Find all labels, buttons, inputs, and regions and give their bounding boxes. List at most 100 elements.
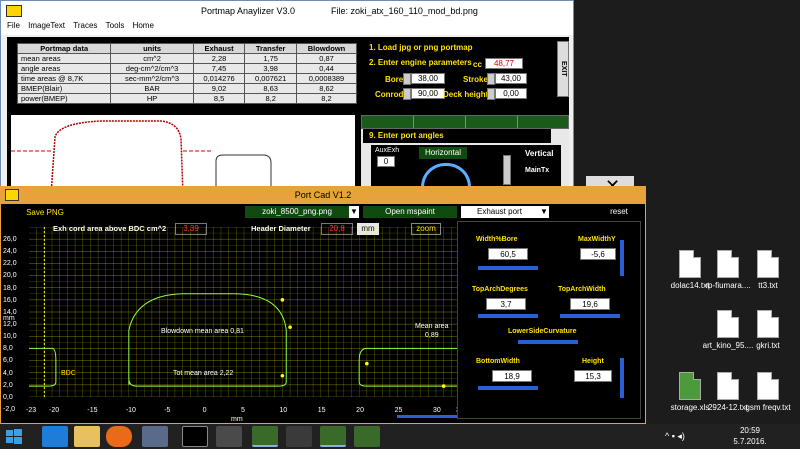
control-point <box>441 384 446 388</box>
app-icon <box>6 5 22 17</box>
exit-button[interactable]: EXIT <box>557 41 569 97</box>
width-bore-field[interactable]: 60,5 <box>488 248 528 260</box>
tab[interactable] <box>414 116 466 128</box>
file-select[interactable]: zoki_8500_png.png <box>245 206 349 218</box>
tab[interactable] <box>466 116 518 128</box>
window-file: File: zoki_atx_160_110_mod_bd.png <box>331 6 478 16</box>
y-tick-label: 24,0 <box>3 248 17 256</box>
table-cell: time areas @ 8,7K <box>16 73 112 84</box>
table-cell: 0,0008389 <box>296 73 357 84</box>
max-width-y-field[interactable]: -5,6 <box>580 248 616 260</box>
x-scroll-slider[interactable] <box>397 415 457 418</box>
menu-home[interactable]: Home <box>133 21 154 30</box>
ie-icon[interactable] <box>42 426 68 447</box>
bore-stepper[interactable] <box>403 73 411 85</box>
x-tick-label: -23 <box>26 407 37 414</box>
chevron-down-icon[interactable]: ▼ <box>539 206 549 218</box>
bore-field[interactable]: 38,00 <box>411 73 445 84</box>
tray-icons[interactable]: ^ ▪ ◂) <box>665 431 685 442</box>
cc-field[interactable]: 48,77 <box>485 58 523 69</box>
portmap-image[interactable] <box>11 115 355 196</box>
table-cell: 1,75 <box>244 53 297 64</box>
stroke-stepper[interactable] <box>487 73 495 85</box>
right-aux-port-outline <box>358 347 459 387</box>
lower-side-curvature-slider[interactable] <box>518 340 578 344</box>
top-arch-degrees-field[interactable]: 3,7 <box>486 298 526 310</box>
deck-height-stepper[interactable] <box>487 88 495 100</box>
conrod-stepper[interactable] <box>403 88 411 100</box>
clock[interactable]: 20:59 5.7.2016. <box>720 425 780 447</box>
auxexh-field[interactable]: 0 <box>377 156 395 167</box>
menu-file[interactable]: File <box>7 21 20 30</box>
desktop-icon[interactable]: tt3.txt <box>740 250 796 290</box>
portcad-taskbar-icon[interactable] <box>320 426 346 447</box>
max-width-y-slider[interactable] <box>620 240 624 276</box>
conrod-field[interactable]: 90,00 <box>411 88 445 99</box>
y-tick-label: 0,0 <box>3 393 13 401</box>
deck-height-field[interactable]: 0,00 <box>495 88 527 99</box>
portmap-taskbar-icon[interactable] <box>252 426 278 447</box>
x-tick-label: -5 <box>164 407 171 414</box>
stroke-label: Stroke <box>463 75 488 84</box>
x-tick-label: 0 <box>202 407 207 414</box>
window-title: Portmap Anaylizer V3.0 <box>201 6 296 16</box>
step9-label: 9. Enter port angles <box>369 131 444 140</box>
blowdown-area-text: Blowdown mean area 0,81 <box>161 328 244 335</box>
top-arch-degrees-slider[interactable] <box>478 314 538 318</box>
x-tick-label: 5 <box>241 407 245 414</box>
x-tick-label: 30 <box>432 407 441 414</box>
portmap-titlebar[interactable]: Portmap Anaylizer V3.0 File: zoki_atx_16… <box>1 1 573 21</box>
column-header: Exhaust <box>192 43 246 54</box>
save-png-button[interactable]: Save PNG <box>5 207 85 218</box>
x-tick-label: -20 <box>49 407 60 414</box>
menu-tools[interactable]: Tools <box>106 21 125 30</box>
folder-icon[interactable] <box>74 426 100 447</box>
table-cell: HP <box>110 93 194 104</box>
app-icon <box>5 189 19 201</box>
table-cell: 8,2 <box>296 93 357 104</box>
width-bore-label: Width%Bore <box>476 236 518 243</box>
y-axis-label: mm <box>3 315 15 322</box>
vertical-slider[interactable] <box>503 155 511 185</box>
x-tick-label: 10 <box>279 407 288 414</box>
bottom-width-field[interactable]: 18,9 <box>492 370 532 382</box>
chevron-down-icon[interactable]: ▼ <box>349 206 359 218</box>
deck-height-label: Deck height <box>443 90 489 99</box>
menu-traces[interactable]: Traces <box>73 21 97 30</box>
network-icon[interactable] <box>142 426 168 447</box>
firefox-icon[interactable] <box>106 426 132 447</box>
desktop-icon[interactable]: gkri.txt <box>740 310 796 350</box>
x-axis-label: mm <box>231 416 243 423</box>
port-plot[interactable] <box>29 227 459 397</box>
tab[interactable] <box>362 116 414 128</box>
width-bore-slider[interactable] <box>478 266 538 270</box>
portcad-window: Port Cad V1.2 Save PNG zoki_8500_png.png… <box>0 186 646 424</box>
cmd-icon[interactable] <box>182 426 208 447</box>
y-tick-label: 6,0 <box>3 357 13 365</box>
reset-button[interactable]: reset <box>599 206 639 218</box>
menu-bar: File ImageText Traces Tools Home <box>1 21 573 35</box>
height-slider[interactable] <box>620 358 624 398</box>
table-cell: cm^2 <box>110 53 194 64</box>
open-mspaint-button[interactable]: Open mspaint <box>363 206 457 218</box>
table-row: mean areas cm^2 2,28 1,75 0,87 <box>16 53 357 64</box>
column-header: units <box>110 43 194 54</box>
table-row: time areas @ 8,7K sec-mm^2/cm^3 0,014276 0,… <box>16 73 357 84</box>
app-icon[interactable] <box>216 426 242 447</box>
menu-imagetext[interactable]: ImageText <box>28 21 65 30</box>
mean-area-text: Mean area <box>415 323 449 330</box>
portcad-titlebar[interactable]: Port Cad V1.2 <box>1 187 645 204</box>
column-header: Blowdown <box>296 43 357 54</box>
top-arch-width-field[interactable]: 19,6 <box>570 298 610 310</box>
port-select[interactable]: Exhaust port <box>461 206 539 218</box>
app-icon[interactable] <box>354 426 380 447</box>
windows-start-icon[interactable] <box>6 429 22 445</box>
bottom-width-slider[interactable] <box>478 386 538 390</box>
app-icon[interactable] <box>286 426 312 447</box>
desktop-icon[interactable]: gsm freqv.txt <box>740 372 796 412</box>
height-field[interactable]: 15,3 <box>574 370 612 382</box>
top-arch-width-slider[interactable] <box>560 314 620 318</box>
table-cell: 8,5 <box>192 93 246 104</box>
stroke-field[interactable]: 43,00 <box>495 73 527 84</box>
table-cell: 8,63 <box>244 83 297 94</box>
